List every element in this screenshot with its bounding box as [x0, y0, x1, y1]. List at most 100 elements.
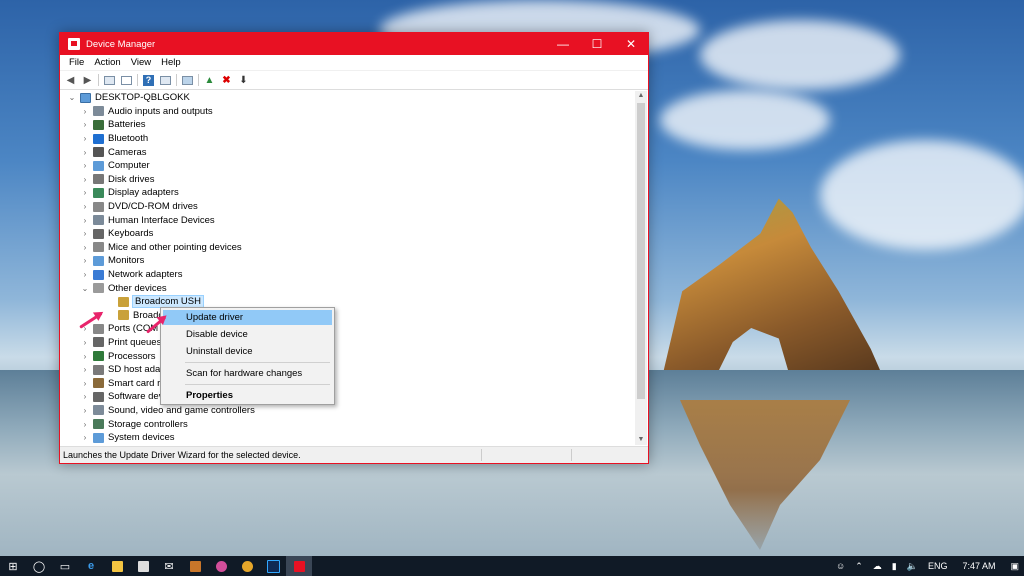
app-icon[interactable]: [182, 556, 208, 576]
people-icon[interactable]: ☺: [831, 561, 850, 571]
scan-hardware-menu-item[interactable]: Scan for hardware changes: [163, 366, 332, 381]
close-button[interactable]: ✕: [614, 33, 648, 55]
tree-item[interactable]: › Bluetooth: [61, 132, 637, 146]
scroll-up-icon[interactable]: ▲: [635, 91, 647, 101]
edge-icon[interactable]: e: [78, 556, 104, 576]
vertical-scrollbar[interactable]: ▲ ▼: [635, 91, 647, 445]
chevron-right-icon[interactable]: ›: [80, 256, 90, 265]
tree-item[interactable]: › Computer: [61, 159, 637, 173]
tree-item[interactable]: ⌄ Other devices: [61, 281, 637, 295]
back-icon[interactable]: ◀: [64, 74, 77, 87]
network-icon[interactable]: ☁: [868, 561, 887, 572]
scroll-down-icon[interactable]: ▼: [635, 435, 647, 445]
chevron-right-icon[interactable]: ›: [80, 229, 90, 238]
tree-item[interactable]: › Print queues: [61, 336, 637, 350]
tree-item[interactable]: › SD host adap: [61, 363, 637, 377]
menu-action[interactable]: Action: [89, 57, 125, 68]
tree-item[interactable]: › Storage controllers: [61, 417, 637, 431]
chevron-right-icon[interactable]: ›: [80, 420, 90, 429]
clock[interactable]: 7:47 AM: [952, 561, 1005, 571]
tree-item-label: Software dev: [108, 391, 164, 403]
chevron-right-icon[interactable]: ›: [80, 379, 90, 388]
chevron-right-icon[interactable]: ›: [80, 338, 90, 347]
search-icon[interactable]: ◯: [26, 556, 52, 576]
chevron-right-icon[interactable]: ›: [80, 270, 90, 279]
view-icon[interactable]: [159, 74, 172, 87]
tree-item[interactable]: › Keyboards: [61, 227, 637, 241]
help-icon[interactable]: ?: [142, 74, 155, 87]
photoshop-icon[interactable]: [260, 556, 286, 576]
chevron-right-icon[interactable]: ›: [80, 161, 90, 170]
tree-item[interactable]: › DVD/CD-ROM drives: [61, 200, 637, 214]
chevron-right-icon[interactable]: ›: [80, 365, 90, 374]
uninstall-device-icon[interactable]: ✖: [220, 74, 233, 87]
tree-item[interactable]: › Batteries: [61, 118, 637, 132]
title-bar[interactable]: Device Manager — ☐ ✕: [60, 33, 648, 55]
tree-root[interactable]: ⌄ DESKTOP-QBLGOKK: [61, 91, 637, 105]
tree-item[interactable]: › Audio inputs and outputs: [61, 105, 637, 119]
app-icon[interactable]: [208, 556, 234, 576]
tree-item[interactable]: › System devices: [61, 431, 637, 445]
update-driver-icon[interactable]: ▲: [203, 74, 216, 87]
tree-item[interactable]: › Software dev: [61, 390, 637, 404]
tree-item[interactable]: › Processors: [61, 349, 637, 363]
chevron-right-icon[interactable]: ›: [80, 175, 90, 184]
tree-item-label: Mice and other pointing devices: [108, 241, 242, 253]
tree-item[interactable]: › Human Interface Devices: [61, 213, 637, 227]
show-hidden-icons-icon[interactable]: ⌃: [850, 561, 868, 572]
chevron-right-icon[interactable]: ›: [80, 406, 90, 415]
tree-item[interactable]: Broadcom: [61, 309, 637, 323]
start-icon[interactable]: ⊞: [0, 556, 26, 576]
volume-icon[interactable]: 🔈: [902, 561, 923, 572]
forward-icon[interactable]: ▶: [81, 74, 94, 87]
disable-device-menu-item[interactable]: Disable device: [163, 327, 332, 342]
chevron-down-icon[interactable]: ⌄: [67, 93, 77, 102]
minimize-button[interactable]: —: [546, 33, 580, 55]
tree-item[interactable]: › Network adapters: [61, 268, 637, 282]
maximize-button[interactable]: ☐: [580, 33, 614, 55]
chevron-right-icon[interactable]: ›: [80, 392, 90, 401]
tree-item[interactable]: › Mice and other pointing devices: [61, 241, 637, 255]
show-hide-console-tree-icon[interactable]: [103, 74, 116, 87]
menu-file[interactable]: File: [64, 57, 89, 68]
scan-hardware-icon[interactable]: [181, 74, 194, 87]
tree-item[interactable]: › Sound, video and game controllers: [61, 404, 637, 418]
scroll-thumb[interactable]: [637, 103, 645, 399]
mail-icon[interactable]: ✉: [156, 556, 182, 576]
update-driver-menu-item[interactable]: Update driver: [163, 310, 332, 325]
chevron-right-icon[interactable]: ›: [80, 216, 90, 225]
file-explorer-icon[interactable]: [104, 556, 130, 576]
download-icon[interactable]: ⬇: [237, 74, 250, 87]
action-center-icon[interactable]: ▣: [1005, 561, 1024, 572]
tree-item[interactable]: › Monitors: [61, 254, 637, 268]
device-manager-taskbar-icon[interactable]: [286, 556, 312, 576]
properties-icon[interactable]: [120, 74, 133, 87]
chevron-right-icon[interactable]: ›: [80, 120, 90, 129]
store-icon[interactable]: [130, 556, 156, 576]
task-view-icon[interactable]: ▭: [52, 556, 78, 576]
chevron-right-icon[interactable]: ›: [80, 202, 90, 211]
properties-menu-item[interactable]: Properties: [163, 388, 332, 403]
uninstall-device-menu-item[interactable]: Uninstall device: [163, 344, 332, 359]
tree-item-label: SD host adap: [108, 364, 166, 376]
tree-item[interactable]: › Disk drives: [61, 173, 637, 187]
menu-help[interactable]: Help: [156, 57, 186, 68]
chrome-icon[interactable]: [234, 556, 260, 576]
monitor-icon: [93, 255, 104, 266]
chevron-right-icon[interactable]: ›: [80, 352, 90, 361]
battery-tray-icon[interactable]: ▮: [887, 561, 902, 572]
chevron-right-icon[interactable]: ›: [80, 433, 90, 442]
tree-item[interactable]: › Cameras: [61, 145, 637, 159]
language-indicator[interactable]: ENG: [923, 561, 953, 571]
chevron-right-icon[interactable]: ›: [80, 243, 90, 252]
chevron-right-icon[interactable]: ›: [80, 134, 90, 143]
tree-item[interactable]: Broadcom USH: [61, 295, 637, 309]
chevron-right-icon[interactable]: ›: [80, 107, 90, 116]
tree-item[interactable]: › Smart card re: [61, 376, 637, 390]
chevron-right-icon[interactable]: ›: [80, 188, 90, 197]
tree-item[interactable]: › Display adapters: [61, 186, 637, 200]
taskbar: ⊞ ◯ ▭ e ✉ ☺ ⌃ ☁ ▮ 🔈 ENG 7:47 AM ▣: [0, 556, 1024, 576]
chevron-down-icon[interactable]: ⌄: [80, 284, 90, 293]
chevron-right-icon[interactable]: ›: [80, 148, 90, 157]
menu-view[interactable]: View: [126, 57, 156, 68]
